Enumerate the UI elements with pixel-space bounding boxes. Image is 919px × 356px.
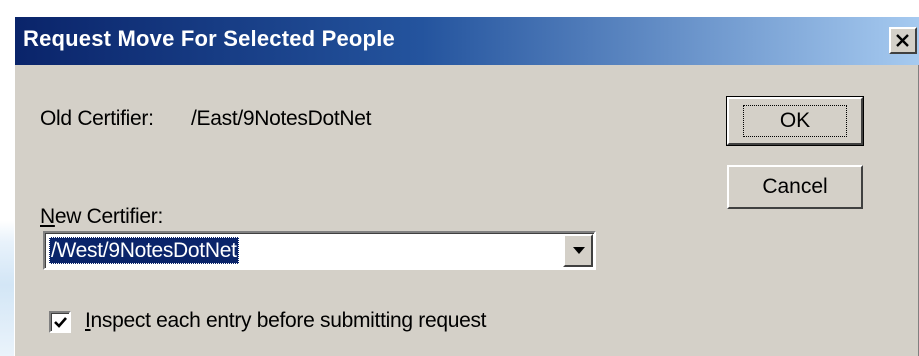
ok-button[interactable]: OK bbox=[726, 96, 864, 146]
new-certifier-label: New Certifier: bbox=[40, 205, 163, 229]
old-certifier-value: /East/9NotesDotNet bbox=[191, 107, 372, 130]
new-certifier-accelerator: N bbox=[40, 205, 55, 228]
checkmark-icon bbox=[54, 317, 67, 328]
inspect-entry-checkbox[interactable] bbox=[49, 311, 71, 333]
new-certifier-dropdown-button[interactable] bbox=[563, 234, 593, 267]
new-certifier-label-text: ew Certifier: bbox=[54, 205, 163, 228]
new-certifier-selected-value[interactable]: /West/9NotesDotNet bbox=[49, 237, 239, 264]
inspect-entry-label[interactable]: Inspect each entry before submitting req… bbox=[85, 309, 487, 333]
desktop-background bbox=[0, 0, 14, 356]
cancel-button[interactable]: Cancel bbox=[727, 165, 863, 209]
ok-button-label: OK bbox=[742, 105, 848, 137]
new-certifier-combobox[interactable]: /West/9NotesDotNet bbox=[43, 231, 596, 270]
dialog-title: Request Move For Selected People bbox=[23, 26, 395, 51]
chevron-down-icon bbox=[573, 247, 585, 254]
close-button[interactable] bbox=[889, 27, 917, 54]
inspect-label-text: nspect each entry before submitting requ… bbox=[90, 309, 487, 332]
close-icon bbox=[896, 34, 909, 47]
request-move-dialog: Request Move For Selected People Old Cer… bbox=[14, 16, 919, 356]
title-bar[interactable]: Request Move For Selected People bbox=[15, 17, 919, 65]
old-certifier-label: Old Certifier: bbox=[40, 107, 154, 130]
